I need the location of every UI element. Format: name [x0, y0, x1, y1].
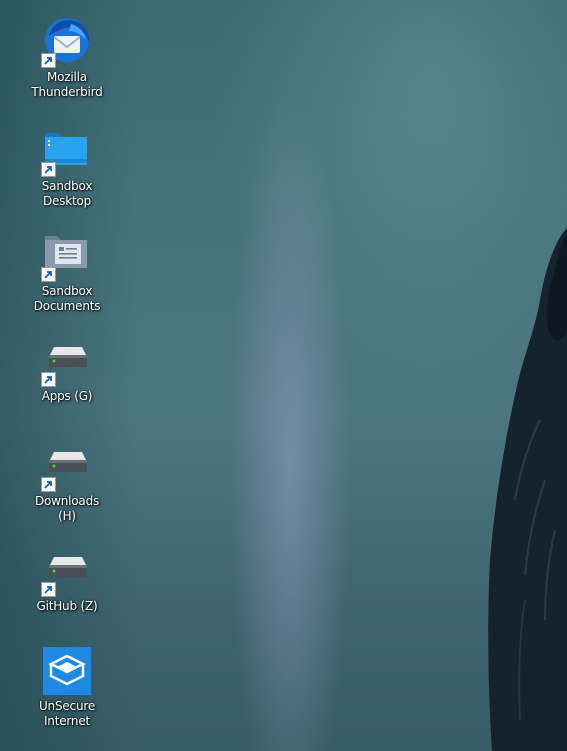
- shortcut-arrow-icon: [41, 267, 56, 282]
- network-drive-icon: [41, 440, 93, 492]
- desktop-icon-label: UnSecure Internet: [38, 699, 96, 728]
- thunderbird-icon: [41, 16, 93, 68]
- shortcut-arrow-icon: [41, 477, 56, 492]
- folder-documents-icon: [41, 230, 93, 282]
- desktop-icon-label: Sandbox Documents: [33, 284, 101, 313]
- shortcut-arrow-icon: [41, 53, 56, 68]
- folder-desktop-icon: [41, 125, 93, 177]
- shortcut-arrow-icon: [41, 582, 56, 597]
- shortcut-arrow-icon: [41, 372, 56, 387]
- network-drive-icon: [41, 545, 93, 597]
- desktop-icon-apps-g[interactable]: Apps (G): [22, 335, 112, 404]
- desktop-icon-sandbox-documents[interactable]: Sandbox Documents: [22, 230, 112, 314]
- desktop-icon-label: Sandbox Desktop: [41, 179, 93, 208]
- shortcut-arrow-icon: [41, 162, 56, 177]
- network-drive-icon: [41, 335, 93, 387]
- sandbox-app-icon: [41, 645, 93, 697]
- desktop-icon-label: Mozilla Thunderbird: [31, 70, 103, 99]
- desktop-icon-label: GitHub (Z): [36, 599, 98, 613]
- desktop-icon-sandbox-desktop[interactable]: Sandbox Desktop: [22, 125, 112, 209]
- desktop-icon-downloads-h[interactable]: Downloads (H): [22, 440, 112, 524]
- desktop-icon-label: Downloads (H): [34, 494, 100, 523]
- desktop-icon-unsecure-internet[interactable]: UnSecure Internet: [22, 645, 112, 729]
- desktop-icon-github-z[interactable]: GitHub (Z): [22, 545, 112, 614]
- desktop-icon-label: Apps (G): [41, 389, 93, 403]
- desktop-icon-mozilla-thunderbird[interactable]: Mozilla Thunderbird: [22, 16, 112, 100]
